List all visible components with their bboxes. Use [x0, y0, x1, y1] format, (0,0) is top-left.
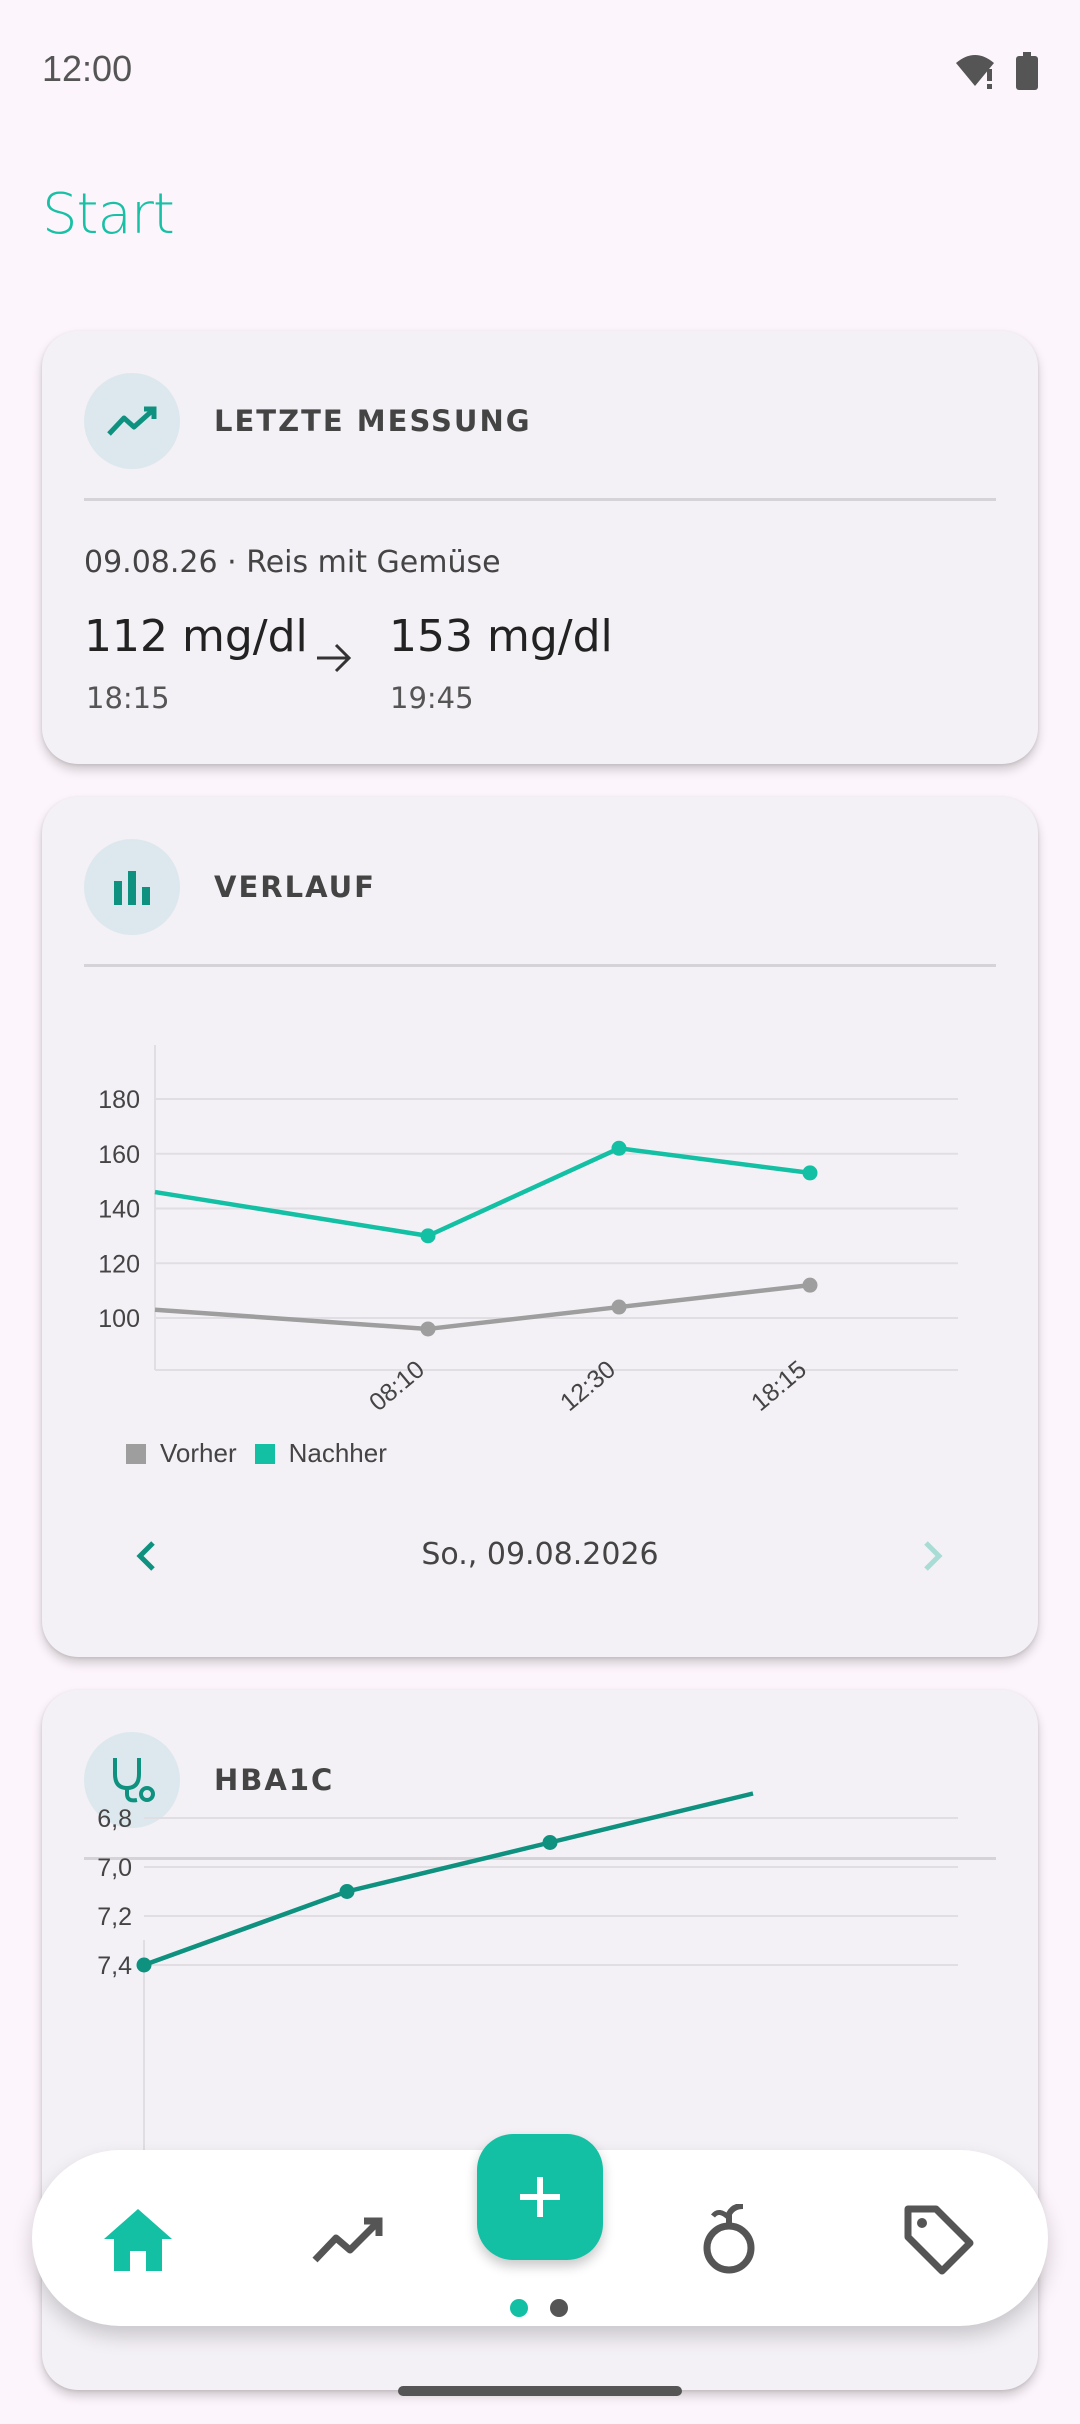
nav-home[interactable] [93, 2195, 183, 2285]
page-title: Start [42, 182, 175, 247]
add-measurement-button[interactable] [477, 2134, 603, 2260]
divider [84, 964, 996, 967]
card-header: VERLAUF [84, 839, 376, 935]
nav-history[interactable] [303, 2195, 393, 2285]
divider [84, 1857, 996, 1860]
stethoscope-icon [84, 1732, 180, 1828]
page-dot-active[interactable] [510, 2299, 528, 2317]
nav-food[interactable] [684, 2195, 774, 2285]
apple-icon [703, 2204, 755, 2274]
trend-line-icon [312, 2217, 383, 2263]
after-time: 19:45 [390, 681, 474, 715]
card-title: HBA1C [214, 1763, 335, 1797]
after-value: 153 mg/dl [389, 611, 613, 662]
chart-legend: Vorher Nachher [126, 1438, 405, 1469]
legend-label: Nachher [288, 1438, 387, 1468]
legend-swatch [254, 1443, 275, 1464]
home-icon [104, 2209, 172, 2271]
measurement-meta: 09.08.26 · Reis mit Gemüse [84, 545, 501, 580]
card-header: HBA1C [84, 1732, 334, 1828]
before-time: 18:15 [86, 681, 170, 715]
card-title: VERLAUF [214, 870, 376, 904]
legend-label: Vorher [160, 1438, 237, 1468]
trend-line-icon [84, 373, 180, 469]
bar-chart-icon [84, 839, 180, 935]
arrow-right-icon [317, 643, 352, 673]
card-title: LETZTE MESSUNG [214, 404, 532, 438]
status-icons [954, 52, 1038, 90]
legend-swatch [126, 1443, 146, 1464]
next-day-button[interactable] [905, 1528, 961, 1584]
nav-tags[interactable] [894, 2195, 984, 2285]
wifi-warning-icon [956, 55, 994, 89]
tag-icon [904, 2205, 974, 2275]
battery-icon [1016, 52, 1038, 90]
chevron-right-icon [924, 1541, 943, 1571]
plus-icon [520, 2177, 560, 2217]
before-value: 112 mg/dl [84, 611, 308, 662]
legend-item-before: Vorher [126, 1438, 237, 1469]
app-screen: 12:00 Start LETZTE MESSUNG 09.08.26 · Re… [0, 0, 1080, 2424]
divider [84, 498, 996, 501]
legend-item-after: Nachher [254, 1438, 387, 1469]
status-time: 12:00 [42, 48, 133, 89]
history-card: VERLAUF [42, 797, 1038, 1657]
home-indicator[interactable] [398, 2386, 682, 2396]
page-dot[interactable] [550, 2299, 568, 2317]
card-header: LETZTE MESSUNG [84, 373, 532, 469]
last-measurement-card[interactable]: LETZTE MESSUNG 09.08.26 · Reis mit Gemüs… [42, 331, 1038, 764]
